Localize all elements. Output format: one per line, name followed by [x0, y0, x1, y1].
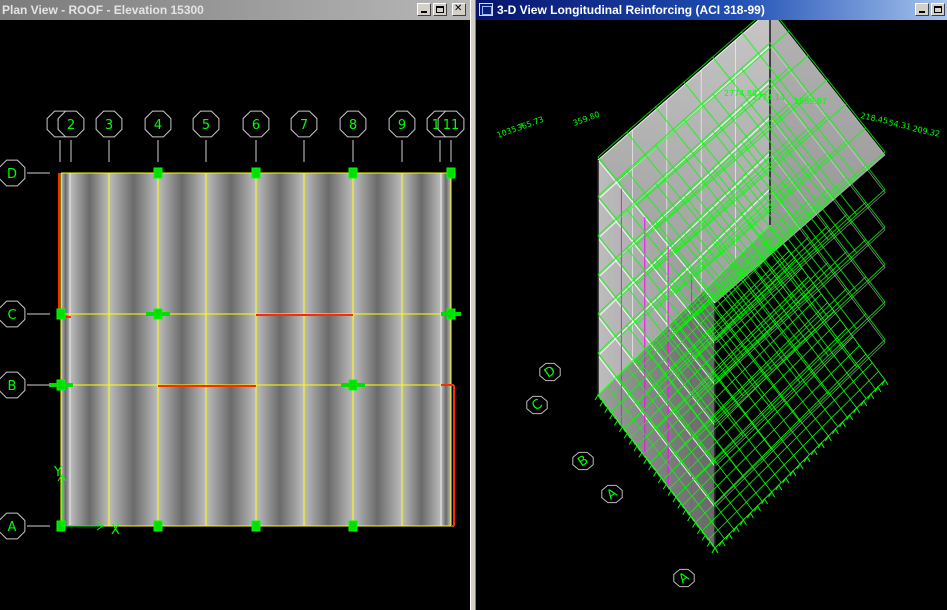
slab-panel [61, 173, 70, 314]
grid-label-5: 5 [202, 118, 210, 133]
reinforcing-beam [695, 276, 867, 439]
slab-panel [304, 314, 353, 385]
grid-label-C: C [7, 308, 16, 323]
slab-panel [304, 385, 353, 526]
joint-tick [65, 383, 73, 387]
plan-view-window[interactable]: Plan View - ROOF - Elevation 15300 12345… [0, 0, 470, 610]
grid-label-B: B [8, 379, 17, 394]
plan-view-canvas[interactable]: 1234567891011DCBA X Y [0, 20, 470, 610]
joint-marker[interactable] [348, 520, 358, 532]
joint-marker[interactable] [251, 520, 261, 532]
slab-panel [158, 173, 206, 314]
plan-view-title: Plan View - ROOF - Elevation 15300 [2, 3, 204, 17]
joint-tick [357, 383, 365, 387]
grid-label-D: D [7, 167, 17, 182]
slab-panel [206, 385, 256, 526]
slab-panel [353, 385, 402, 526]
joint-tick [162, 312, 170, 316]
slab-panel [353, 314, 402, 385]
slab-panel [441, 385, 451, 526]
slab-panel [61, 314, 70, 385]
slab-panel [441, 314, 451, 385]
rebar-value-label: 2774.14 [752, 93, 785, 102]
slab-panel [70, 314, 109, 385]
joint-marker[interactable] [251, 167, 261, 179]
joint-tick [453, 312, 461, 316]
plan-view-titlebar[interactable]: Plan View - ROOF - Elevation 15300 [0, 0, 470, 20]
slab-panel [70, 173, 109, 314]
grid-label-6: 6 [252, 118, 260, 133]
building-faces [598, 20, 885, 548]
slab-panel [109, 314, 158, 385]
joint-tick [146, 312, 154, 316]
support-symbol [711, 547, 719, 554]
grid-label-9: 9 [398, 118, 406, 133]
slab-panel [402, 385, 441, 526]
axis-x-label: X [111, 523, 120, 538]
joint-marker[interactable] [348, 379, 358, 391]
grid-label-4: 4 [154, 118, 162, 133]
grid-label-2: 2 [67, 118, 75, 133]
joint-marker[interactable] [153, 520, 163, 532]
minimize-icon[interactable] [417, 3, 431, 16]
slab-panel [353, 173, 402, 314]
maximize-icon[interactable] [931, 3, 945, 16]
slab-panel [158, 385, 206, 526]
rebar-value-label: 365.73 [516, 115, 545, 133]
joint-marker[interactable] [348, 167, 358, 179]
slab-panel [402, 173, 441, 314]
rebar-value-label: 359.80 [572, 110, 601, 128]
base-mesh [750, 243, 867, 399]
rebar-value-label: 1865.87 [794, 97, 827, 106]
close-icon[interactable] [452, 3, 466, 16]
rebar-value-label: 209.32 [912, 124, 941, 139]
slab-panel [402, 314, 441, 385]
slab-panel [70, 385, 109, 526]
base-mesh [708, 371, 879, 540]
reinforcing-beam [714, 301, 886, 464]
slab-panel [256, 385, 304, 526]
slab-panel [256, 173, 304, 314]
3d-view-title: 3-D View Longitudinal Reinforcing (ACI 3… [497, 3, 765, 17]
axis-y-label: Y [53, 465, 62, 480]
grid-label-A: A [8, 520, 17, 535]
base-mesh [721, 271, 839, 427]
grid-label-3: 3 [105, 118, 113, 133]
3d-view-titlebar[interactable]: 3-D View Longitudinal Reinforcing (ACI 3… [476, 0, 947, 20]
rebar-value-label: 218.45 [860, 111, 889, 126]
reinforcing-beam [714, 339, 886, 505]
joint-marker[interactable] [446, 167, 456, 179]
grid-label-11: 11 [443, 118, 460, 133]
joint-marker[interactable] [153, 167, 163, 179]
base-mesh [701, 362, 873, 532]
slab-panel [109, 173, 158, 314]
grid-label-8: 8 [349, 118, 357, 133]
grid-label-7: 7 [300, 118, 308, 133]
minimize-icon[interactable] [915, 3, 929, 16]
joint-marker[interactable] [56, 379, 66, 391]
slab-panel [256, 314, 304, 385]
joint-tick [441, 312, 449, 316]
slab-panel [158, 314, 206, 385]
3d-view-canvas[interactable]: DCBAA 1035.7365.73 359.802774.882774.14 18… [476, 20, 947, 610]
slab-panel [304, 173, 353, 314]
joint-tick [49, 383, 57, 387]
joint-tick [341, 383, 349, 387]
rebar-value-label: 54.31 [888, 118, 912, 132]
slab-panel [206, 314, 256, 385]
slab-panel [441, 173, 451, 314]
maximize-icon[interactable] [433, 3, 447, 16]
app-icon [479, 3, 493, 16]
joint-marker[interactable] [153, 308, 163, 320]
joint-marker[interactable] [56, 308, 66, 320]
3d-view-window[interactable]: 3-D View Longitudinal Reinforcing (ACI 3… [476, 0, 947, 610]
slab-panel [109, 385, 158, 526]
slab-panel [206, 173, 256, 314]
